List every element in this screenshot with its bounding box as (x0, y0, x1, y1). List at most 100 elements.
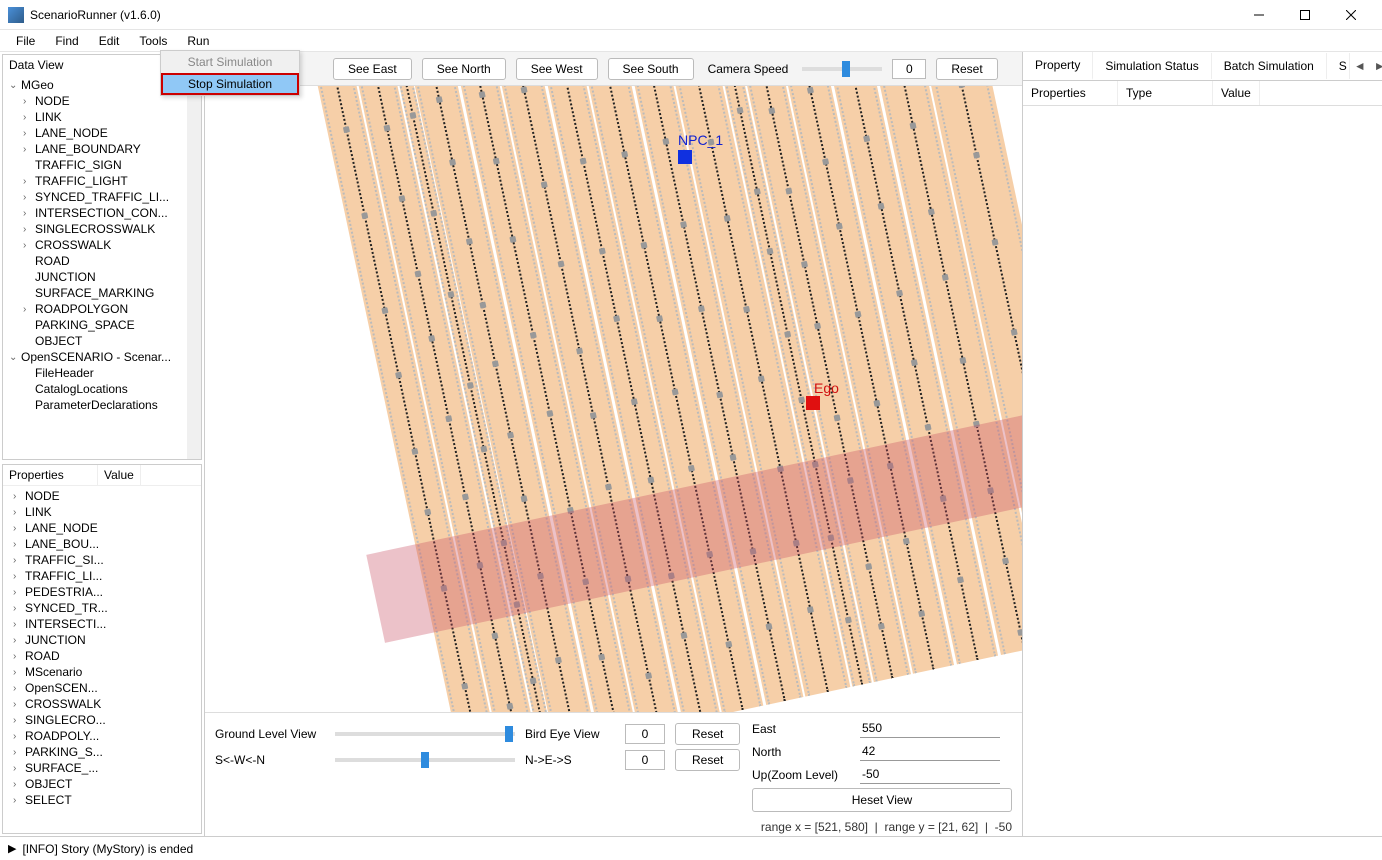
chevron-right-icon[interactable]: › (13, 667, 25, 678)
property-item[interactable]: ›OBJECT (5, 776, 199, 792)
menu-file[interactable]: File (6, 32, 45, 50)
maximize-button[interactable] (1282, 0, 1328, 30)
tree-item[interactable]: ParameterDeclarations (5, 397, 199, 413)
chevron-right-icon[interactable]: › (23, 240, 35, 251)
view-angle-slider[interactable] (335, 732, 515, 736)
property-item[interactable]: ›MScenario (5, 664, 199, 680)
tree-item[interactable]: ›CROSSWALK (5, 237, 199, 253)
camera-speed-value[interactable]: 0 (892, 59, 926, 79)
chevron-right-icon[interactable]: › (23, 304, 35, 315)
property-item[interactable]: ›CROSSWALK (5, 696, 199, 712)
entity-ego[interactable] (806, 396, 820, 410)
status-expand-icon[interactable]: ▶ (8, 842, 16, 855)
menu-find[interactable]: Find (45, 32, 88, 50)
direction-slider[interactable] (335, 758, 515, 762)
chevron-right-icon[interactable]: › (23, 128, 35, 139)
see-north-button[interactable]: See North (422, 58, 506, 80)
menu-tools[interactable]: Tools (129, 32, 177, 50)
scrollbar[interactable] (187, 55, 201, 459)
menu-edit[interactable]: Edit (89, 32, 130, 50)
chevron-right-icon[interactable]: › (13, 587, 25, 598)
tree-item[interactable]: ›INTERSECTION_CON... (5, 205, 199, 221)
property-item[interactable]: ›ROAD (5, 648, 199, 664)
tab-simulation-status[interactable]: Simulation Status (1093, 53, 1211, 79)
chevron-right-icon[interactable]: › (13, 763, 25, 774)
property-item[interactable]: ›SURFACE_... (5, 760, 199, 776)
direction-value[interactable]: 0 (625, 750, 665, 770)
tree-item[interactable]: ⌄OpenSCENARIO - Scenar... (5, 349, 199, 365)
property-item[interactable]: ›SINGLECRO... (5, 712, 199, 728)
view-reset-button[interactable]: Reset (675, 723, 740, 745)
view-angle-value[interactable]: 0 (625, 724, 665, 744)
camera-reset-button[interactable]: Reset (936, 58, 997, 80)
chevron-right-icon[interactable]: › (23, 96, 35, 107)
tabs-scroll-right-icon[interactable]: ► (1370, 55, 1382, 77)
tree-item[interactable]: ›LINK (5, 109, 199, 125)
property-item[interactable]: ›TRAFFIC_LI... (5, 568, 199, 584)
see-west-button[interactable]: See West (516, 58, 598, 80)
chevron-right-icon[interactable]: › (13, 571, 25, 582)
chevron-down-icon[interactable]: ⌄ (9, 80, 21, 91)
tree-item[interactable]: ›ROADPOLYGON (5, 301, 199, 317)
chevron-right-icon[interactable]: › (13, 747, 25, 758)
chevron-right-icon[interactable]: › (23, 112, 35, 123)
tab-more[interactable]: S (1327, 53, 1350, 79)
property-item[interactable]: ›NODE (5, 488, 199, 504)
property-item[interactable]: ›TRAFFIC_SI... (5, 552, 199, 568)
chevron-right-icon[interactable]: › (13, 619, 25, 630)
chevron-right-icon[interactable]: › (13, 603, 25, 614)
direction-reset-button[interactable]: Reset (675, 749, 740, 771)
tree-item[interactable]: JUNCTION (5, 269, 199, 285)
tree-item[interactable]: CatalogLocations (5, 381, 199, 397)
reset-view-button[interactable]: Heset View (752, 788, 1012, 812)
tree-item[interactable]: ›SINGLECROSSWALK (5, 221, 199, 237)
chevron-right-icon[interactable]: › (13, 715, 25, 726)
property-item[interactable]: ›ROADPOLY... (5, 728, 199, 744)
see-south-button[interactable]: See South (608, 58, 694, 80)
tab-property[interactable]: Property (1023, 52, 1093, 80)
chevron-right-icon[interactable]: › (13, 779, 25, 790)
chevron-right-icon[interactable]: › (13, 635, 25, 646)
close-button[interactable] (1328, 0, 1374, 30)
chevron-right-icon[interactable]: › (13, 683, 25, 694)
property-item[interactable]: ›PEDESTRIA... (5, 584, 199, 600)
minimize-button[interactable] (1236, 0, 1282, 30)
chevron-right-icon[interactable]: › (13, 699, 25, 710)
chevron-right-icon[interactable]: › (13, 539, 25, 550)
chevron-right-icon[interactable]: › (23, 176, 35, 187)
property-item[interactable]: ›LINK (5, 504, 199, 520)
tree-item[interactable]: TRAFFIC_SIGN (5, 157, 199, 173)
tree-item[interactable]: OBJECT (5, 333, 199, 349)
tree-item[interactable]: ROAD (5, 253, 199, 269)
east-input[interactable] (860, 719, 1000, 738)
see-east-button[interactable]: See East (333, 58, 412, 80)
chevron-right-icon[interactable]: › (13, 651, 25, 662)
property-item[interactable]: ›INTERSECTI... (5, 616, 199, 632)
property-item[interactable]: ›OpenSCEN... (5, 680, 199, 696)
property-item[interactable]: ›PARKING_S... (5, 744, 199, 760)
chevron-right-icon[interactable]: › (13, 491, 25, 502)
camera-speed-slider[interactable] (802, 67, 882, 71)
up-input[interactable] (860, 765, 1000, 784)
data-view-tree[interactable]: ⌄MGeo›NODE›LINK›LANE_NODE›LANE_BOUNDARYT… (3, 75, 201, 415)
property-item[interactable]: ›JUNCTION (5, 632, 199, 648)
tree-item[interactable]: ›SYNCED_TRAFFIC_LI... (5, 189, 199, 205)
tree-item[interactable]: ›LANE_BOUNDARY (5, 141, 199, 157)
map-viewport[interactable]: NPC_1 Ego (205, 86, 1022, 712)
chevron-right-icon[interactable]: › (13, 523, 25, 534)
chevron-right-icon[interactable]: › (23, 224, 35, 235)
entity-npc-1[interactable] (678, 150, 692, 164)
chevron-down-icon[interactable]: ⌄ (9, 352, 21, 363)
property-item[interactable]: ›LANE_BOU... (5, 536, 199, 552)
tabs-scroll-left-icon[interactable]: ◄ (1350, 55, 1370, 77)
tree-item[interactable]: SURFACE_MARKING (5, 285, 199, 301)
chevron-right-icon[interactable]: › (13, 795, 25, 806)
property-item[interactable]: ›SELECT (5, 792, 199, 808)
tree-item[interactable]: FileHeader (5, 365, 199, 381)
chevron-right-icon[interactable]: › (23, 208, 35, 219)
property-item[interactable]: ›SYNCED_TR... (5, 600, 199, 616)
tree-item[interactable]: ›LANE_NODE (5, 125, 199, 141)
chevron-right-icon[interactable]: › (13, 731, 25, 742)
tree-item[interactable]: PARKING_SPACE (5, 317, 199, 333)
chevron-right-icon[interactable]: › (13, 507, 25, 518)
